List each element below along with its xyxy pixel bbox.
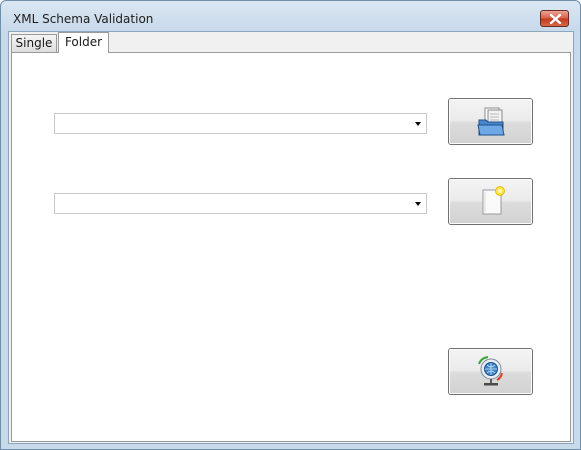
schema-file-combo[interactable] [54,193,427,214]
chevron-down-icon[interactable] [415,122,421,126]
open-folder-icon [477,107,505,136]
client-area: Single Folder [8,31,574,444]
chevron-down-icon[interactable] [415,202,421,206]
folder-tab-panel [11,52,571,442]
network-globe-icon [478,356,503,386]
tab-folder[interactable]: Folder [58,32,109,53]
source-folder-combo[interactable] [54,113,427,134]
validate-button[interactable] [448,348,533,395]
browse-folder-button[interactable] [448,98,533,145]
new-document-icon [482,186,505,215]
title-bar[interactable]: XML Schema Validation [1,1,580,31]
tab-single-label: Single [15,36,53,50]
main-window: XML Schema Validation Single Folder [0,0,581,450]
close-button[interactable] [540,10,569,27]
window-title: XML Schema Validation [13,12,154,26]
close-icon [549,14,562,24]
tab-single[interactable]: Single [11,34,57,52]
tab-folder-label: Folder [64,35,103,49]
new-file-button[interactable] [448,178,533,225]
